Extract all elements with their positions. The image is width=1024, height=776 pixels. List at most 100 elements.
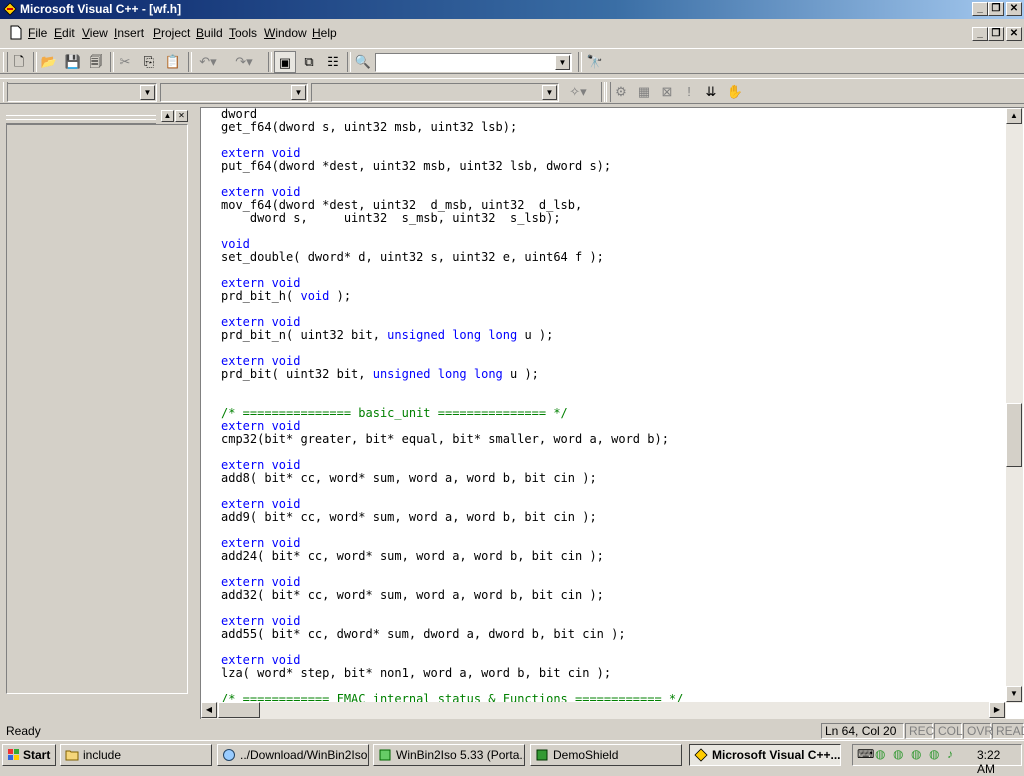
- code-line[interactable]: /* =============== basic_unit ==========…: [221, 407, 1006, 420]
- code-line[interactable]: dword s, uint32 s_msb, uint32 s_lsb);: [221, 212, 1006, 225]
- task-winbin2iso[interactable]: WinBin2Iso 5.33 (Porta...: [373, 744, 525, 766]
- horizontal-scroll-thumb[interactable]: [218, 702, 260, 718]
- code-line[interactable]: add55( bit* cc, dword* sum, dword a, dwo…: [221, 628, 1006, 641]
- chevron-down-icon[interactable]: ▼: [542, 85, 557, 100]
- vertical-scroll-thumb[interactable]: [1006, 403, 1022, 467]
- tray-app-icon[interactable]: ◍: [929, 747, 939, 761]
- find-in-files-icon[interactable]: 🔍: [352, 51, 374, 73]
- class-combo[interactable]: ▼: [7, 83, 157, 102]
- task-download[interactable]: ../Download/WinBin2Iso...: [217, 744, 369, 766]
- title-bar[interactable]: Microsoft Visual C++ - [wf.h] _ ❐ ✕: [0, 0, 1024, 19]
- code-line[interactable]: lza( word* step, bit* non1, word a, word…: [221, 667, 1006, 680]
- tray-app-icon[interactable]: ◍: [911, 747, 921, 761]
- execute-icon[interactable]: !: [678, 81, 700, 103]
- code-line[interactable]: [221, 641, 1006, 654]
- workspace-icon[interactable]: ▣: [274, 51, 296, 73]
- menu-help[interactable]: Help: [312, 26, 337, 40]
- menu-view[interactable]: View: [82, 26, 108, 40]
- minimize-button[interactable]: _: [972, 2, 988, 16]
- undo-icon[interactable]: ↶▾: [192, 51, 224, 73]
- tray-app-icon[interactable]: ◍: [893, 747, 903, 761]
- output-icon[interactable]: ⧉: [298, 51, 320, 73]
- wizard-action-icon[interactable]: ✧▾: [562, 81, 594, 103]
- code-line[interactable]: put_f64(dword *dest, uint32 msb, uint32 …: [221, 160, 1006, 173]
- chevron-down-icon[interactable]: ▼: [140, 85, 155, 100]
- code-line[interactable]: [221, 485, 1006, 498]
- scroll-up-icon[interactable]: ▲: [1006, 108, 1022, 124]
- go-icon[interactable]: ⇊: [700, 81, 722, 103]
- task-demoshield[interactable]: DemoShield: [530, 744, 682, 766]
- clock[interactable]: 3:22 AM: [977, 748, 1021, 776]
- volume-icon[interactable]: ♪: [947, 747, 953, 761]
- code-line[interactable]: prd_bit_h( void );: [221, 290, 1006, 303]
- task-include[interactable]: include: [60, 744, 212, 766]
- menu-edit[interactable]: Edit: [54, 26, 75, 40]
- close-button[interactable]: ✕: [1006, 2, 1022, 16]
- code-line[interactable]: add24( bit* cc, word* sum, word a, word …: [221, 550, 1006, 563]
- member-combo[interactable]: ▼: [311, 83, 559, 102]
- task-visual-cpp[interactable]: Microsoft Visual C++...: [689, 744, 841, 766]
- mdi-close-button[interactable]: ✕: [1006, 27, 1022, 41]
- new-text-file-icon[interactable]: 🗋: [8, 51, 30, 73]
- scroll-left-icon[interactable]: ◀: [201, 702, 217, 718]
- open-folder-icon[interactable]: 📂: [38, 51, 60, 73]
- save-all-icon[interactable]: 🗐: [85, 51, 107, 73]
- code-line[interactable]: [221, 225, 1006, 238]
- code-line[interactable]: [221, 342, 1006, 355]
- breakpoint-icon[interactable]: ✋: [724, 81, 746, 103]
- code-line[interactable]: add9( bit* cc, word* sum, word a, word b…: [221, 511, 1006, 524]
- editor-margin[interactable]: [201, 108, 218, 702]
- code-line[interactable]: /* ============ FMAC internal status & F…: [221, 693, 1006, 703]
- search-icon[interactable]: 🔭: [584, 51, 606, 73]
- code-line[interactable]: add32( bit* cc, word* sum, word a, word …: [221, 589, 1006, 602]
- menu-project[interactable]: Project: [153, 26, 190, 40]
- menu-build[interactable]: Build: [196, 26, 223, 40]
- code-line[interactable]: [221, 524, 1006, 537]
- code-line[interactable]: set_double( dword* d, uint32 s, uint32 e…: [221, 251, 1006, 264]
- scroll-right-icon[interactable]: ▶: [989, 702, 1005, 718]
- menu-tools[interactable]: Tools: [229, 26, 257, 40]
- code-line[interactable]: [221, 381, 1006, 394]
- mdi-minimize-button[interactable]: _: [972, 27, 988, 41]
- chevron-down-icon[interactable]: ▼: [291, 85, 306, 100]
- code-line[interactable]: [221, 173, 1006, 186]
- filter-combo[interactable]: ▼: [160, 83, 308, 102]
- stop-build-icon[interactable]: ⊠: [656, 81, 678, 103]
- vertical-scrollbar[interactable]: ▲ ▼: [1006, 108, 1023, 703]
- paste-icon[interactable]: 📋: [162, 51, 184, 73]
- find-combo[interactable]: ▼: [375, 53, 572, 72]
- code-line[interactable]: [221, 264, 1006, 277]
- build-icon[interactable]: ▦: [633, 81, 655, 103]
- menu-window[interactable]: Window: [264, 26, 307, 40]
- code-line[interactable]: prd_bit( uint32 bit, unsigned long long …: [221, 368, 1006, 381]
- compile-icon[interactable]: ⚙: [610, 81, 632, 103]
- code-line[interactable]: [221, 134, 1006, 147]
- code-line[interactable]: [221, 303, 1006, 316]
- panel-restore-icon[interactable]: ▲: [161, 110, 174, 122]
- code-line[interactable]: [221, 563, 1006, 576]
- code-line[interactable]: cmp32(bit* greater, bit* equal, bit* sma…: [221, 433, 1006, 446]
- redo-icon[interactable]: ↷▾: [228, 51, 260, 73]
- code-line[interactable]: prd_bit_n( uint32 bit, unsigned long lon…: [221, 329, 1006, 342]
- mdi-restore-button[interactable]: ❐: [988, 27, 1004, 41]
- chevron-down-icon[interactable]: ▼: [555, 55, 570, 70]
- menu-file[interactable]: File: [28, 26, 47, 40]
- save-icon[interactable]: 💾: [62, 51, 84, 73]
- copy-icon[interactable]: ⎘: [138, 51, 160, 73]
- cut-icon[interactable]: ✂: [114, 51, 136, 73]
- menu-insert[interactable]: Insert: [114, 26, 144, 40]
- tray-app-icon[interactable]: ◍: [875, 747, 885, 761]
- panel-close-icon[interactable]: ✕: [175, 110, 188, 122]
- horizontal-scrollbar[interactable]: ◀ ▶: [201, 702, 1006, 719]
- code-line[interactable]: get_f64(dword s, uint32 msb, uint32 lsb)…: [221, 121, 1006, 134]
- code-line[interactable]: [221, 602, 1006, 615]
- keyboard-icon[interactable]: ⌨: [857, 747, 874, 761]
- window-list-icon[interactable]: ☷: [322, 51, 344, 73]
- scroll-down-icon[interactable]: ▼: [1006, 686, 1022, 702]
- code-text[interactable]: dword get_f64(dword s, uint32 msb, uint32…: [221, 108, 1006, 702]
- code-line[interactable]: [221, 446, 1006, 459]
- start-button[interactable]: Start: [2, 744, 56, 766]
- restore-button[interactable]: ❐: [988, 2, 1004, 16]
- code-line[interactable]: add8( bit* cc, word* sum, word a, word b…: [221, 472, 1006, 485]
- workspace-tree[interactable]: [6, 124, 188, 694]
